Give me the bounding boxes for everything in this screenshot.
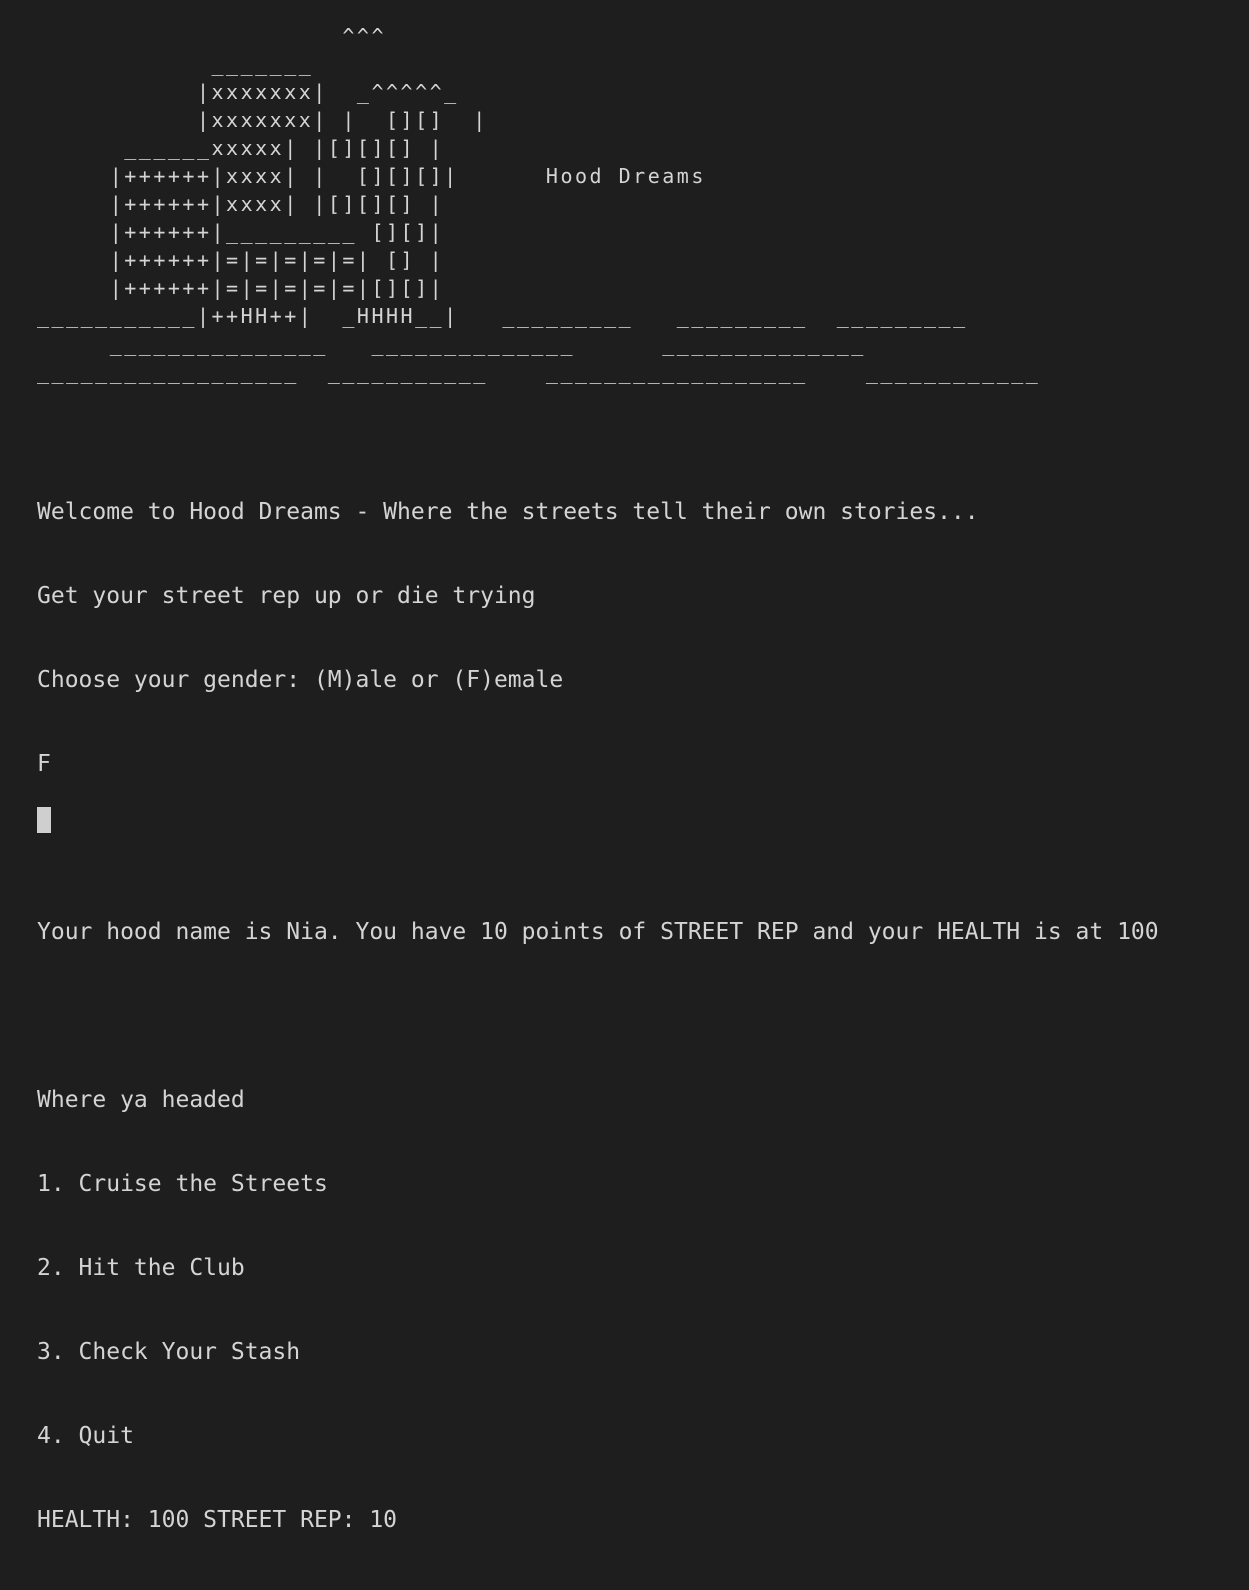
ascii-art-line: |xxxxxxx| | [][] | [37,108,488,132]
tagline: Get your street rep up or die trying [37,583,536,609]
menu-item-club: 2. Hit the Club [37,1255,245,1281]
ascii-art-line: |++++++|_________ [][]| [37,220,445,244]
terminal-window[interactable]: ^^^ _______ |xxxxxxx| _^^^^^_ |xxxxxxx| … [0,0,1249,1533]
menu-item-cruise: 1. Cruise the Streets [37,1171,328,1197]
ascii-art-line: ^^^ [37,24,386,48]
ascii-art-line: |++++++|=|=|=|=|=|[][]| [37,276,445,300]
gender-input-echo: F [37,751,51,777]
menu-item-stash: 3. Check Your Stash [37,1339,301,1365]
ascii-art-line: ___________|++HH++| _HHHH__| _________ _… [37,304,968,328]
terminal-output: Welcome to Hood Dreams - Where the stree… [37,442,1159,1590]
stats-line: HEALTH: 100 STREET REP: 10 [37,1507,398,1533]
menu-item-quit: 4. Quit [37,1423,134,1449]
ascii-art-line: |++++++|=|=|=|=|=| [] | [37,248,445,272]
ascii-art-line: __________________ ___________ _________… [37,360,1041,384]
ascii-art-line: _______________ ______________ _________… [37,332,866,356]
ascii-art-line: _______ [37,52,314,76]
ascii-art-line: |++++++|xxxx| | [][][]| Hood Dreams [37,164,706,188]
gender-prompt: Choose your gender: (M)ale or (F)emale [37,667,564,693]
welcome-message: Welcome to Hood Dreams - Where the stree… [37,499,979,525]
ascii-art-line: ______xxxxx| |[][][] | [37,136,445,160]
terminal-input-cursor[interactable] [37,807,51,833]
menu-prompt: Where ya headed [37,1087,245,1113]
ascii-art-line: |xxxxxxx| _^^^^^_ [37,80,459,104]
ascii-art-line: |++++++|xxxx| |[][][] | [37,192,445,216]
status-message: Your hood name is Nia. You have 10 point… [37,919,1159,945]
ascii-art-banner: ^^^ _______ |xxxxxxx| _^^^^^_ |xxxxxxx| … [37,22,1040,386]
